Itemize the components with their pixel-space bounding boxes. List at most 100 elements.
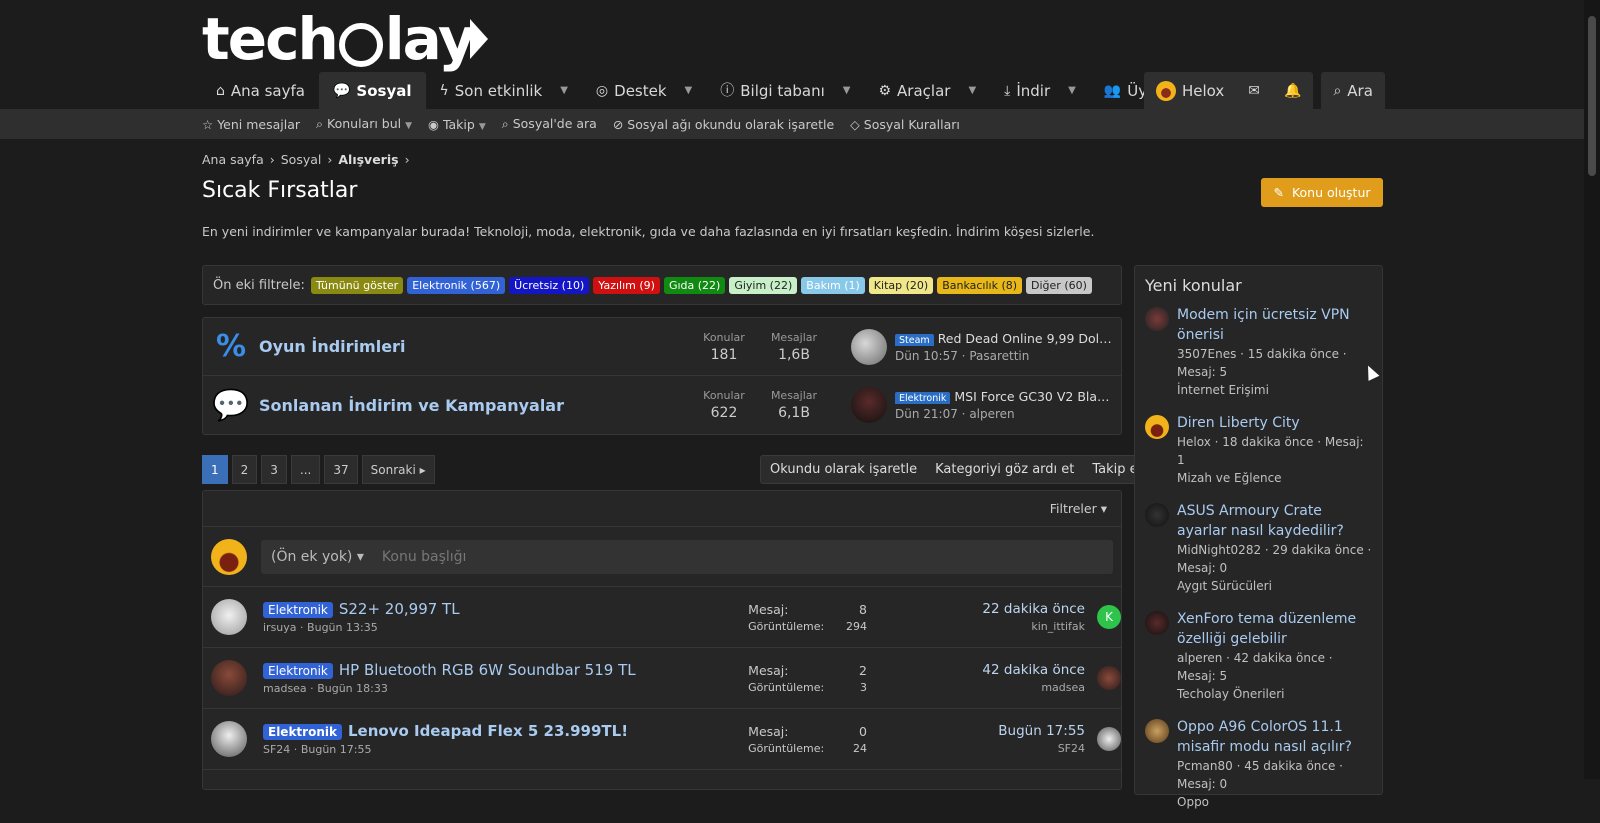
sidebar-thread-forum[interactable]: Aygıt Sürücüleri bbox=[1177, 577, 1372, 595]
thread-date[interactable]: Bugün 18:33 bbox=[317, 682, 388, 695]
last-post-title[interactable]: Elektronik MSI Force GC30 V2 Black ... bbox=[895, 389, 1115, 404]
mark-read-button[interactable]: Okundu olarak işaretle bbox=[761, 456, 926, 483]
subnav-mark-read[interactable]: ⊘ Sosyal ağı okundu olarak işaretle bbox=[613, 117, 834, 132]
avatar[interactable] bbox=[1145, 415, 1169, 439]
user-menu[interactable]: Helox bbox=[1144, 72, 1236, 109]
scrollbar[interactable] bbox=[1584, 0, 1600, 779]
page-link[interactable]: 1 bbox=[202, 455, 228, 484]
prefix-filter-tag[interactable]: Bakım (1) bbox=[801, 276, 865, 294]
thread-date[interactable]: Bugün 17:55 bbox=[301, 743, 372, 756]
subnav-find-threads[interactable]: ⌕ Konuları bul ▼ bbox=[316, 116, 412, 132]
prefix-filter-tag[interactable]: Ücretsiz (10) bbox=[509, 276, 590, 294]
avatar[interactable] bbox=[1145, 307, 1169, 331]
prefix-filter-tag[interactable]: Giyim (22) bbox=[729, 276, 798, 294]
chevron-down-icon[interactable]: ▼ bbox=[1068, 85, 1076, 96]
nav-tab-download[interactable]: ⤓ İndir ▼ bbox=[990, 72, 1090, 109]
avatar[interactable] bbox=[1145, 719, 1169, 743]
thread-title[interactable]: Elektronik S22+ 20,997 TL bbox=[263, 600, 748, 618]
prefix-filter-tag[interactable]: Kitap (20) bbox=[868, 276, 934, 294]
page-link[interactable]: 3 bbox=[261, 455, 287, 484]
breadcrumb-home[interactable]: Ana sayfa bbox=[202, 152, 264, 167]
avatar[interactable] bbox=[1097, 727, 1121, 751]
last-post-title[interactable]: Steam Red Dead Online 9,99 Dolar! bbox=[895, 331, 1115, 346]
sidebar-thread-title[interactable]: Diren Liberty City bbox=[1177, 413, 1372, 433]
sidebar-thread-forum[interactable]: Oppo bbox=[1177, 793, 1372, 811]
thread-author[interactable]: SF24 bbox=[263, 743, 290, 756]
prefix-filter-tag[interactable]: Diğer (60) bbox=[1026, 276, 1092, 294]
alerts-button[interactable]: 🔔 bbox=[1272, 72, 1313, 109]
thread-author[interactable]: madsea bbox=[263, 682, 307, 695]
prefix-filter-tag[interactable]: Yazılım (9) bbox=[593, 276, 660, 294]
avatar[interactable] bbox=[851, 328, 887, 365]
last-post-user[interactable]: alperen bbox=[969, 407, 1014, 421]
create-thread-button[interactable]: ✎ Konu oluştur bbox=[1261, 178, 1383, 207]
chevron-down-icon[interactable]: ▼ bbox=[685, 85, 693, 96]
sidebar-thread-title[interactable]: Modem için ücretsiz VPN önerisi bbox=[1177, 305, 1372, 345]
prefix-badge[interactable]: Elektronik bbox=[263, 724, 342, 740]
scrollbar-thumb[interactable] bbox=[1588, 16, 1596, 176]
chevron-down-icon[interactable]: ▼ bbox=[560, 85, 568, 96]
sidebar-thread-title[interactable]: XenForo tema düzenleme özelliği gelebili… bbox=[1177, 609, 1372, 649]
chevron-down-icon[interactable]: ▼ bbox=[843, 85, 851, 96]
avatar[interactable] bbox=[211, 660, 247, 696]
filters-button[interactable]: Filtreler ▾ bbox=[1050, 501, 1107, 516]
last-post-user[interactable]: kin_ittifak bbox=[887, 620, 1085, 633]
avatar[interactable] bbox=[1097, 666, 1121, 690]
last-post-date[interactable]: Dün 21:07 bbox=[895, 407, 958, 421]
inbox-button[interactable]: ✉ bbox=[1236, 72, 1272, 109]
nav-tab-knowledge[interactable]: ⓘ Bilgi tabanı ▼ bbox=[706, 72, 864, 109]
subforum-title[interactable]: Sonlanan İndirim ve Kampanyalar bbox=[259, 396, 689, 415]
subnav-new-posts[interactable]: ☆ Yeni mesajlar bbox=[202, 117, 300, 132]
thread-title-input[interactable]: Konu başlığı bbox=[382, 549, 467, 565]
prefix-filter-tag[interactable]: Bankacılık (8) bbox=[937, 276, 1023, 294]
avatar[interactable] bbox=[1145, 503, 1169, 527]
page-link[interactable]: 37 bbox=[324, 455, 358, 484]
avatar[interactable] bbox=[851, 387, 887, 423]
prefix-badge[interactable]: Elektronik bbox=[263, 602, 333, 618]
subnav-search-social[interactable]: ⌕ Sosyal'de ara bbox=[502, 116, 597, 132]
prefix-filter-tag[interactable]: Tümünü göster bbox=[310, 276, 404, 294]
subnav-rules[interactable]: ◇ Sosyal Kuralları bbox=[850, 117, 960, 132]
thread-date[interactable]: Bugün 13:35 bbox=[307, 621, 378, 634]
last-post-date[interactable]: Dün 10:57 bbox=[895, 349, 958, 363]
chevron-down-icon[interactable]: ▼ bbox=[405, 121, 412, 131]
nav-tab-activity[interactable]: ϟ Son etkinlik ▼ bbox=[426, 72, 582, 109]
quick-thread-input[interactable]: (Ön ek yok) ▾ Konu başlığı bbox=[261, 539, 1113, 574]
thread-title[interactable]: Elektronik Lenovo Ideapad Flex 5 23.999TL… bbox=[263, 722, 748, 740]
prefix-badge[interactable]: Elektronik bbox=[263, 663, 333, 679]
subforum-title[interactable]: Oyun İndirimleri bbox=[259, 337, 689, 356]
prefix-filter-tag[interactable]: Gıda (22) bbox=[663, 276, 726, 294]
last-post-date[interactable]: Bugün 17:55 bbox=[887, 723, 1085, 739]
breadcrumb-shopping[interactable]: Alışveriş bbox=[338, 152, 398, 167]
nav-tab-social[interactable]: 💬 Sosyal bbox=[318, 72, 426, 109]
breadcrumb-social[interactable]: Sosyal bbox=[281, 152, 322, 167]
sidebar-thread-forum[interactable]: Mizah ve Eğlence bbox=[1177, 469, 1372, 487]
prefix-filter-tag[interactable]: Elektronik (567) bbox=[407, 276, 506, 294]
sidebar-thread-forum[interactable]: Techolay Önerileri bbox=[1177, 685, 1372, 703]
page-jump[interactable]: ... bbox=[290, 455, 321, 484]
last-post-user[interactable]: Pasarettin bbox=[969, 349, 1029, 363]
prefix-select[interactable]: (Ön ek yok) ▾ bbox=[261, 549, 374, 565]
next-page-button[interactable]: Sonraki ▸ bbox=[361, 455, 435, 484]
avatar[interactable] bbox=[1145, 611, 1169, 635]
last-post-date[interactable]: 22 dakika önce bbox=[887, 601, 1085, 617]
last-post-user[interactable]: SF24 bbox=[887, 742, 1085, 755]
chevron-down-icon[interactable]: ▼ bbox=[968, 85, 976, 96]
avatar[interactable] bbox=[211, 599, 247, 635]
thread-title[interactable]: Elektronik HP Bluetooth RGB 6W Soundbar 5… bbox=[263, 661, 748, 679]
sidebar-thread-title[interactable]: ASUS Armoury Crate ayarlar nasıl kaydedi… bbox=[1177, 501, 1372, 541]
chevron-down-icon[interactable]: ▼ bbox=[479, 122, 486, 132]
avatar[interactable]: K bbox=[1097, 605, 1121, 629]
thread-author[interactable]: irsuya bbox=[263, 621, 297, 634]
avatar[interactable] bbox=[211, 721, 247, 757]
nav-tab-support[interactable]: ◎ Destek ▼ bbox=[582, 72, 706, 109]
ignore-category-button[interactable]: Kategoriyi göz ardı et bbox=[926, 456, 1083, 483]
search-button[interactable]: ⌕ Ara bbox=[1321, 72, 1384, 109]
sidebar-thread-forum[interactable]: İnternet Erişimi bbox=[1177, 381, 1372, 399]
subnav-watched[interactable]: ◉ Takip ▼ bbox=[428, 117, 486, 132]
last-post-date[interactable]: 42 dakika önce bbox=[887, 662, 1085, 678]
site-logo[interactable]: tech lay bbox=[202, 5, 488, 73]
page-link[interactable]: 2 bbox=[231, 455, 258, 484]
sidebar-thread-title[interactable]: Oppo A96 ColorOS 11.1 misafir modu nasıl… bbox=[1177, 717, 1372, 757]
nav-tab-tools[interactable]: ⚙ Araçlar ▼ bbox=[864, 72, 990, 109]
